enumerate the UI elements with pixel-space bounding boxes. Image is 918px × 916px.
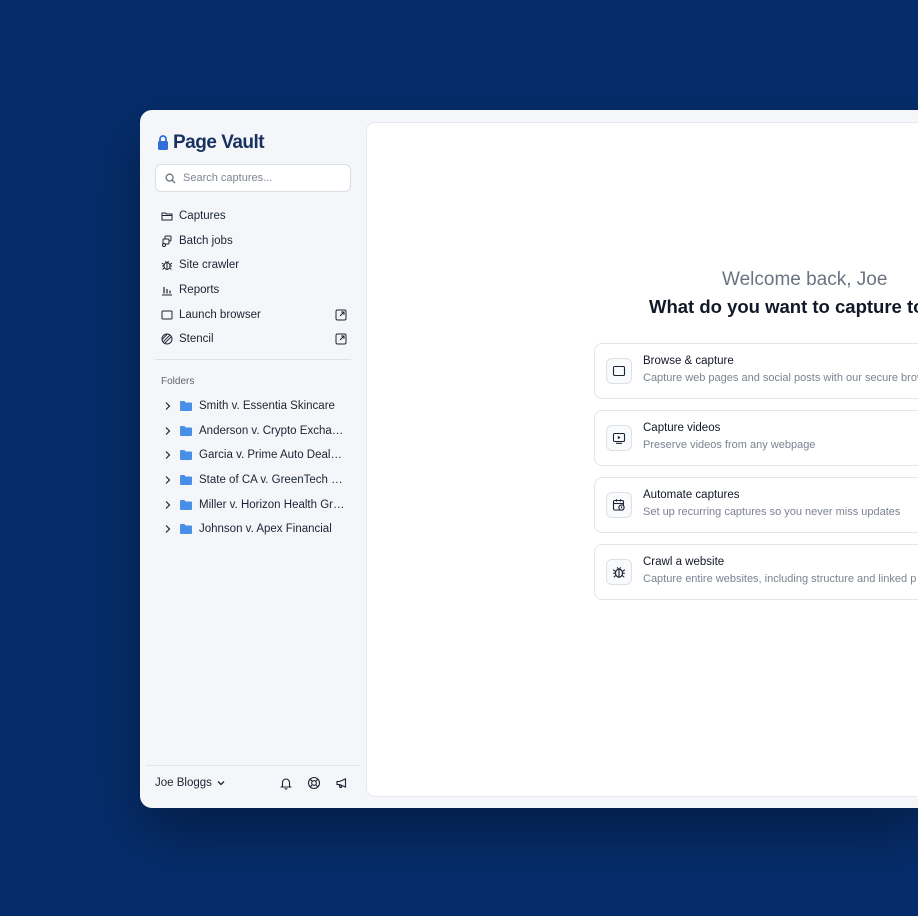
external-link-icon[interactable] [335,333,347,345]
chevron-down-icon [216,778,226,788]
nav-item-launch-browser[interactable]: Launch browser [161,302,347,327]
nav-item-label: Batch jobs [179,234,233,247]
folder-item[interactable]: Garcia v. Prime Auto Dealers [162,443,352,468]
folder-list: Smith v. Essentia Skincare Anderson v. C… [162,394,352,542]
search-box[interactable] [155,164,351,192]
chevron-right-icon[interactable] [162,499,174,511]
card-title: Browse & capture [643,355,734,367]
card-description: Preserve videos from any webpage [643,439,816,451]
browser-window-icon [161,309,173,321]
folder-open-icon [161,210,173,222]
folder-icon [180,425,192,436]
nav-item-label: Launch browser [179,308,261,321]
app-window: Page Vault Captures Batch jobs [140,110,918,808]
bell-icon[interactable] [279,776,293,790]
capture-question: What do you want to capture to [649,296,918,317]
folder-item[interactable]: State of CA v. GreenTech So... [162,468,352,493]
chevron-right-icon[interactable] [162,425,174,437]
folder-name: Johnson v. Apex Financial [199,523,332,536]
card-title: Crawl a website [643,556,725,568]
calendar-clock-icon [606,492,632,518]
folder-icon [180,401,192,412]
browse-capture-card[interactable]: Browse & capture Capture web pages and s… [594,343,918,399]
main-panel: Welcome back, Joe What do you want to ca… [367,123,918,796]
nav-item-site-crawler[interactable]: Site crawler [161,253,347,278]
folder-icon [180,499,192,510]
crawl-website-card[interactable]: Crawl a website Capture entire websites,… [594,544,918,600]
sidebar-divider [155,359,351,360]
folder-item[interactable]: Smith v. Essentia Skincare [162,394,352,419]
search-input[interactable] [183,172,343,184]
capture-videos-card[interactable]: Capture videos Preserve videos from any … [594,410,918,466]
nav-item-label: Reports [179,284,220,297]
folder-item[interactable]: Johnson v. Apex Financial [162,517,352,542]
folder-item[interactable]: Miller v. Horizon Health Gro... [162,492,352,517]
video-icon [606,425,632,451]
folder-name: State of CA v. GreenTech So... [199,474,345,487]
nav-item-label: Site crawler [179,259,240,272]
folder-item[interactable]: Anderson v. Crypto Exchan... [162,419,352,444]
card-title: Capture videos [643,422,721,434]
chevron-right-icon[interactable] [162,400,174,412]
card-title: Automate captures [643,489,740,501]
nav-item-reports[interactable]: Reports [161,278,347,303]
chevron-right-icon[interactable] [162,523,174,535]
batch-icon [161,235,173,247]
welcome-heading: Welcome back, Joe [722,269,888,290]
nav-list: Captures Batch jobs Site crawler Reports [161,204,347,352]
megaphone-icon[interactable] [335,776,349,790]
search-icon [165,173,176,184]
sidebar: Page Vault Captures Batch jobs [140,110,366,808]
card-description: Set up recurring captures so you never m… [643,506,901,518]
folder-name: Smith v. Essentia Skincare [199,400,335,413]
folders-heading: Folders [161,376,195,387]
footer-actions [279,776,349,790]
nav-item-stencil[interactable]: Stencil [161,327,347,352]
nav-item-label: Stencil [179,333,214,346]
nav-item-label: Captures [179,210,226,223]
stencil-icon [161,333,173,345]
bug-icon [161,259,173,271]
folder-icon [180,450,192,461]
lock-icon [157,135,169,151]
footer-divider [146,765,360,766]
external-link-icon[interactable] [335,309,347,321]
nav-item-batch-jobs[interactable]: Batch jobs [161,229,347,254]
chevron-right-icon[interactable] [162,474,174,486]
folder-name: Miller v. Horizon Health Gro... [199,498,345,511]
automate-captures-card[interactable]: Automate captures Set up recurring captu… [594,477,918,533]
user-menu[interactable]: Joe Bloggs [155,777,226,789]
card-description: Capture entire websites, including struc… [643,573,917,585]
folder-icon [180,524,192,535]
help-icon[interactable] [307,776,321,790]
browser-window-icon [606,358,632,384]
nav-item-captures[interactable]: Captures [161,204,347,229]
logo[interactable]: Page Vault [157,132,265,154]
bug-icon [606,559,632,585]
user-name: Joe Bloggs [155,777,212,789]
card-description: Capture web pages and social posts with … [643,372,918,384]
folder-name: Anderson v. Crypto Exchan... [199,424,345,437]
folder-name: Garcia v. Prime Auto Dealers [199,449,345,462]
folder-icon [180,475,192,486]
logo-text: Page Vault [173,132,265,153]
chevron-right-icon[interactable] [162,449,174,461]
bar-chart-icon [161,284,173,296]
